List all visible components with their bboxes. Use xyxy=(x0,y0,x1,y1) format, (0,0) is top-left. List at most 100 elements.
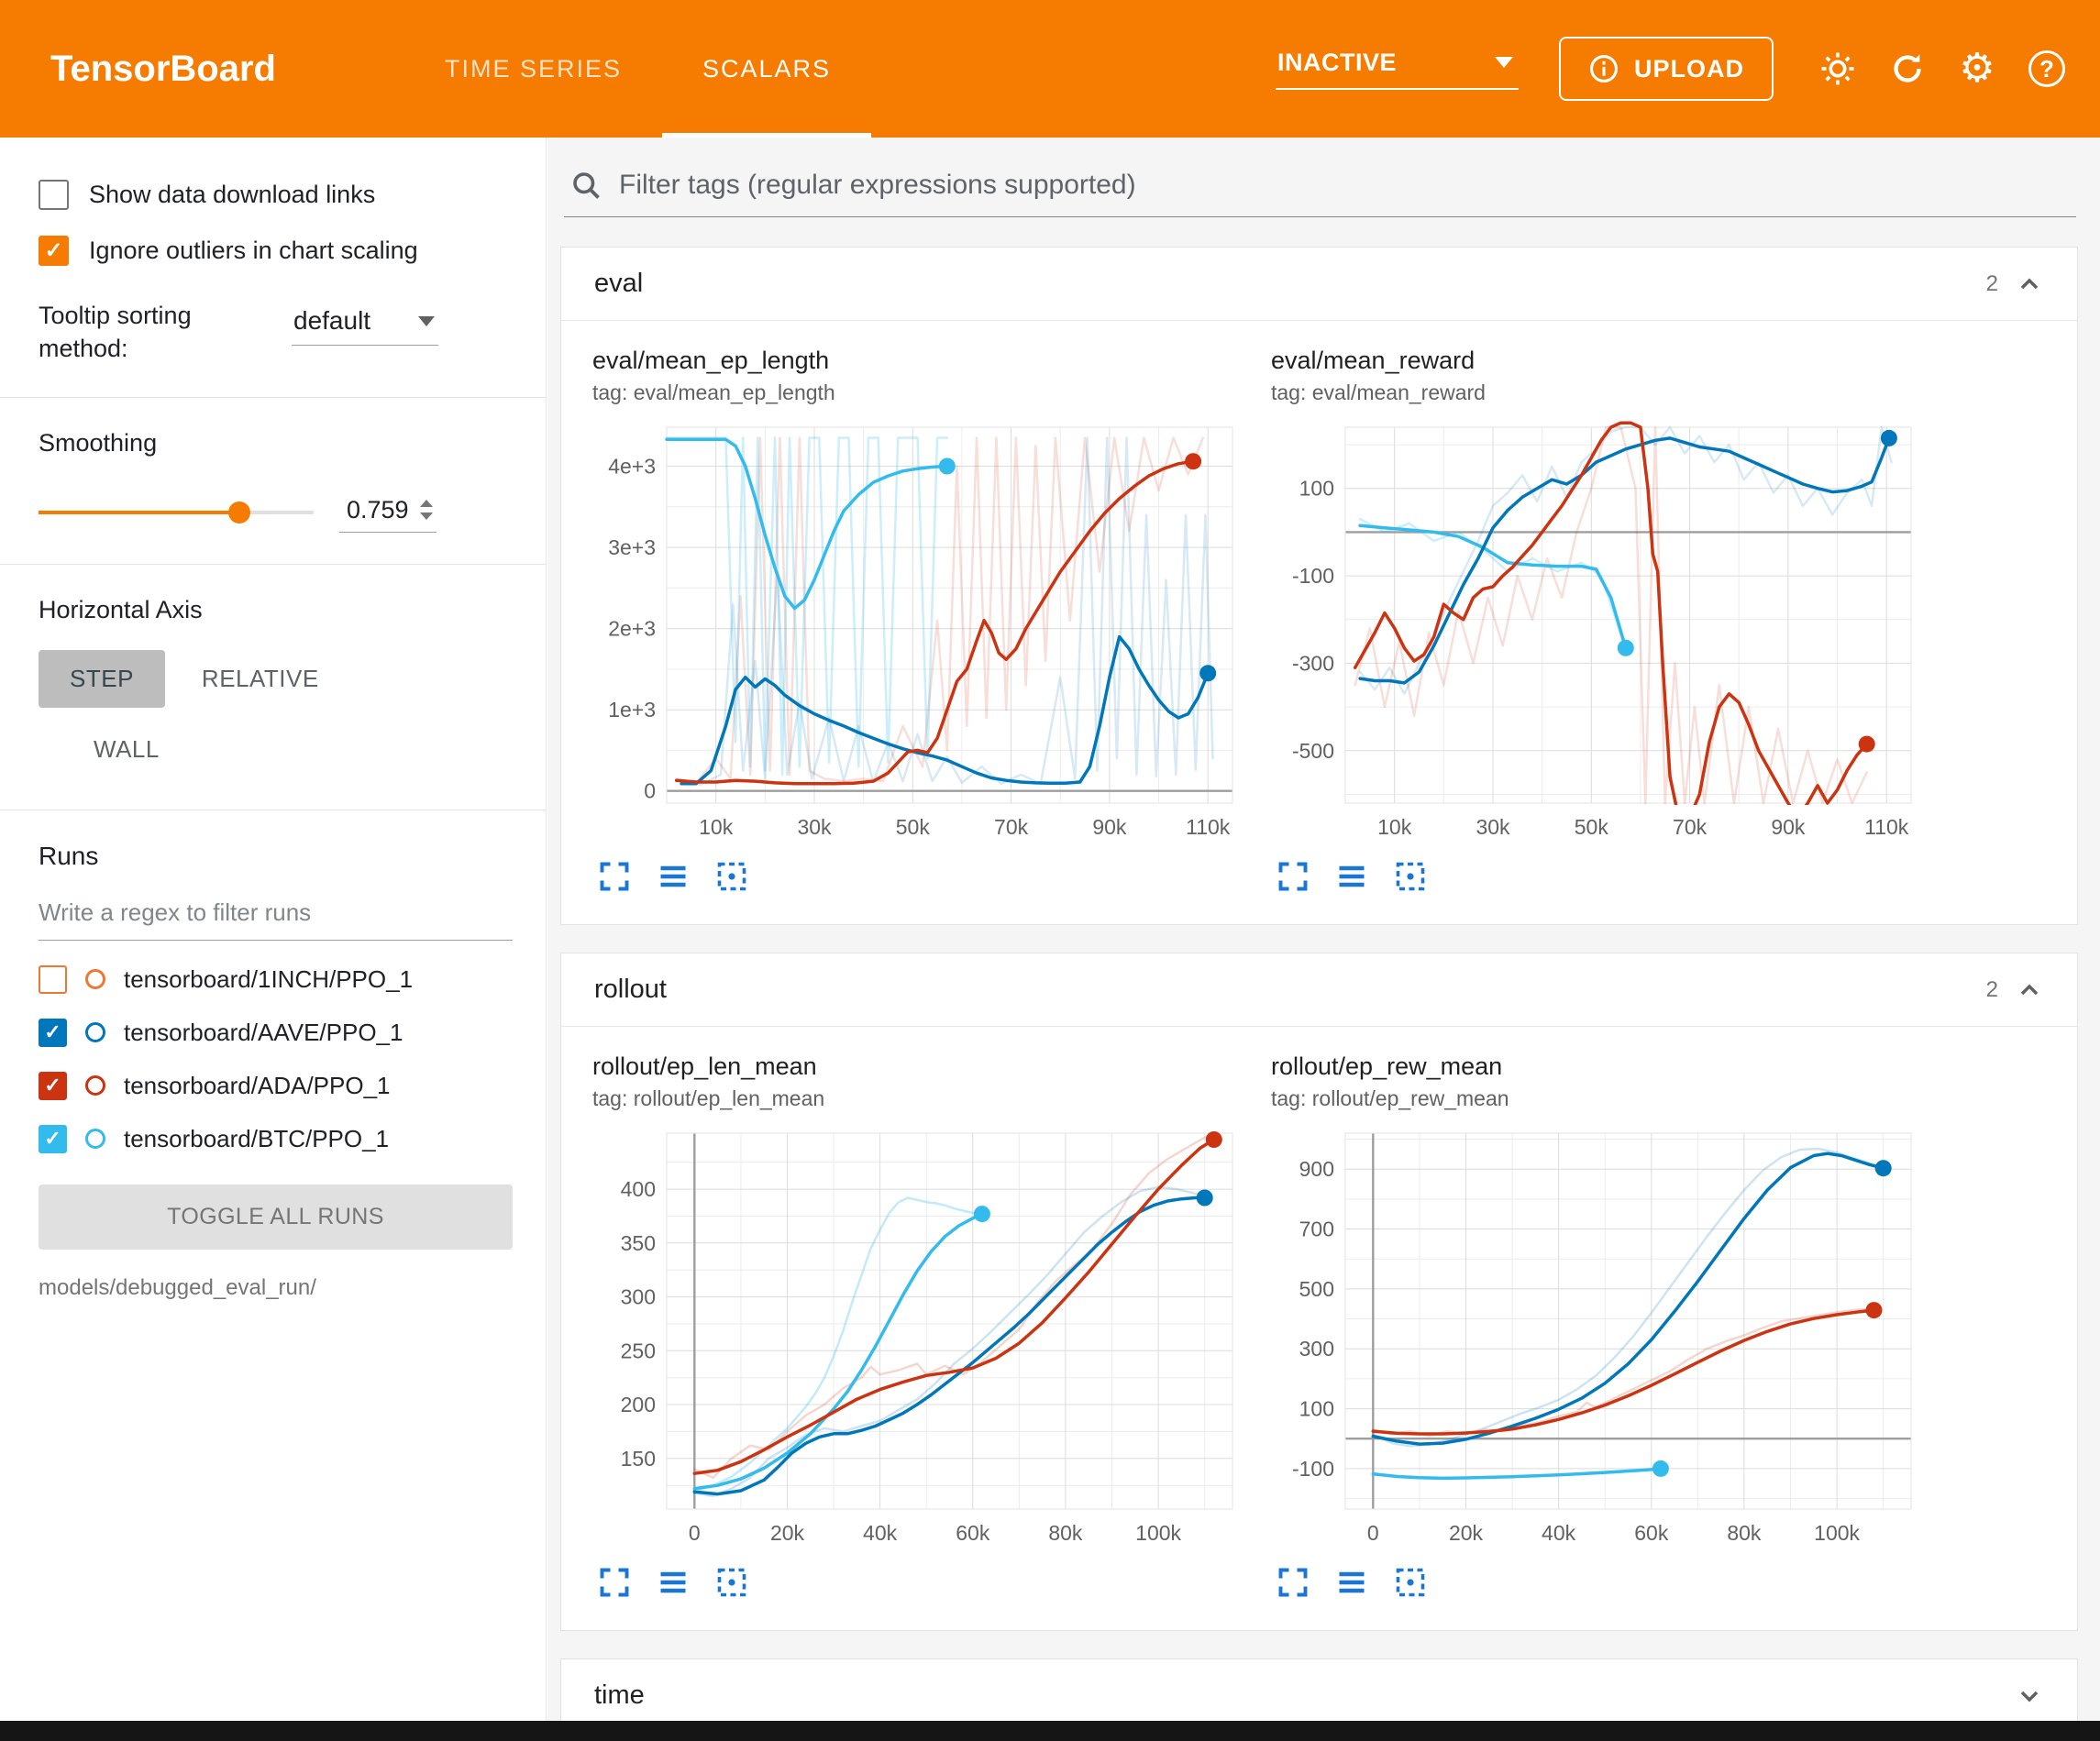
svg-text:100: 100 xyxy=(1299,477,1334,501)
svg-text:250: 250 xyxy=(621,1339,656,1362)
refresh-icon[interactable] xyxy=(1880,50,1935,87)
line-chart-eval-mean-ep-length[interactable]: 10k30k50k70k90k110k01e+32e+33e+34e+3 xyxy=(589,414,1249,845)
run-label: tensorboard/BTC/PPO_1 xyxy=(124,1125,389,1153)
app-header: TensorBoard TIME SERIES SCALARS INACTIVE… xyxy=(0,0,2100,138)
run-row-ada: tensorboard/ADA/PPO_1 xyxy=(39,1072,513,1100)
fit-domain-icon[interactable] xyxy=(1394,860,1427,893)
smoothing-value: 0.759 xyxy=(347,496,409,524)
svg-text:200: 200 xyxy=(621,1393,656,1416)
section-title: eval xyxy=(594,269,643,299)
brightness-icon[interactable] xyxy=(1810,50,1865,87)
chart-count-badge: 2 xyxy=(1986,977,1998,1003)
axis-step-button[interactable]: STEP xyxy=(39,650,165,708)
expand-chart-icon[interactable] xyxy=(1277,860,1310,893)
help-icon[interactable]: ? xyxy=(2019,50,2074,87)
info-icon xyxy=(1588,53,1619,84)
axis-relative-button[interactable]: RELATIVE xyxy=(174,650,347,708)
ignore-outliers-checkbox[interactable] xyxy=(39,236,69,266)
tag-filter-input[interactable] xyxy=(617,169,2074,202)
line-chart-rollout-ep-len-mean[interactable]: 020k40k60k80k100k150200250300350400 xyxy=(589,1120,1249,1551)
run-checkbox[interactable] xyxy=(39,1072,67,1100)
smoothing-value-input[interactable]: 0.759 xyxy=(339,492,437,533)
run-checkbox[interactable] xyxy=(39,1019,67,1047)
run-checkbox[interactable] xyxy=(39,965,67,994)
upload-label: UPLOAD xyxy=(1634,55,1744,83)
status-dropdown[interactable]: INACTIVE xyxy=(1276,49,1519,90)
section-header-time[interactable]: time xyxy=(561,1659,2077,1721)
fit-domain-icon[interactable] xyxy=(715,1566,748,1599)
tab-time-series[interactable]: TIME SERIES xyxy=(404,0,662,138)
chart-card-rollout-ep-rew-mean: rollout/ep_rew_mean tag: rollout/ep_rew_… xyxy=(1267,1047,1931,1599)
svg-text:110k: 110k xyxy=(1186,815,1231,839)
run-checkbox[interactable] xyxy=(39,1125,67,1153)
section-header-eval[interactable]: eval 2 xyxy=(561,248,2077,321)
tooltip-sorting-row: Tooltip sorting method: default xyxy=(39,299,513,366)
run-color-circle xyxy=(85,1022,105,1042)
svg-text:100k: 100k xyxy=(1135,1521,1181,1545)
svg-text:10k: 10k xyxy=(1377,815,1412,839)
svg-text:110k: 110k xyxy=(1864,815,1909,839)
svg-text:30k: 30k xyxy=(1476,815,1510,839)
expand-chart-icon[interactable] xyxy=(598,860,631,893)
tooltip-sorting-label: Tooltip sorting method: xyxy=(39,299,268,366)
show-data-download-links-checkbox[interactable] xyxy=(39,180,69,210)
main-tabs: TIME SERIES SCALARS xyxy=(404,0,871,138)
axis-wall-button[interactable]: WALL xyxy=(66,721,187,778)
tab-scalars[interactable]: SCALARS xyxy=(662,0,871,138)
svg-text:150: 150 xyxy=(621,1447,656,1471)
slider-handle[interactable] xyxy=(228,501,250,523)
line-chart-eval-mean-reward[interactable]: 10k30k50k70k90k110k100-100-300-500 xyxy=(1267,414,1928,845)
chart-count-badge: 2 xyxy=(1986,271,1998,297)
number-stepper[interactable] xyxy=(420,500,433,520)
divider xyxy=(0,397,546,398)
svg-text:4e+3: 4e+3 xyxy=(608,455,656,479)
svg-text:700: 700 xyxy=(1299,1218,1334,1241)
svg-text:-100: -100 xyxy=(1292,564,1334,588)
toggle-all-runs-button[interactable]: TOGGLE ALL RUNS xyxy=(39,1185,513,1250)
show-download-links-row: Show data download links xyxy=(39,180,513,210)
fit-domain-icon[interactable] xyxy=(1394,1566,1427,1599)
svg-text:3e+3: 3e+3 xyxy=(608,535,656,559)
divider xyxy=(0,564,546,565)
chart-tag: tag: eval/mean_reward xyxy=(1271,380,1931,405)
expand-chart-icon[interactable] xyxy=(598,1566,631,1599)
data-table-icon[interactable] xyxy=(1335,860,1368,893)
tag-filter-bar xyxy=(564,165,2076,217)
svg-text:900: 900 xyxy=(1299,1157,1334,1181)
chevron-up-icon[interactable] xyxy=(2015,270,2044,299)
chart-card-eval-mean-ep-length: eval/mean_ep_length tag: eval/mean_ep_le… xyxy=(589,341,1253,893)
upload-button[interactable]: UPLOAD xyxy=(1559,37,1774,101)
svg-text:50k: 50k xyxy=(896,815,931,839)
smoothing-slider[interactable] xyxy=(39,511,314,514)
svg-text:40k: 40k xyxy=(1542,1521,1576,1545)
tooltip-sorting-dropdown[interactable]: default xyxy=(292,303,438,346)
chart-title: eval/mean_reward xyxy=(1271,347,1931,375)
section-card-time: time xyxy=(560,1658,2078,1721)
svg-text:-500: -500 xyxy=(1292,739,1334,763)
line-chart-rollout-ep-rew-mean[interactable]: 020k40k60k80k100k-100100300500700900 xyxy=(1267,1120,1928,1551)
run-color-circle xyxy=(85,1075,105,1096)
chart-title: eval/mean_ep_length xyxy=(592,347,1253,375)
ignore-outliers-row: Ignore outliers in chart scaling xyxy=(39,236,513,266)
section-card-eval: eval 2 eval/mean_ep_length tag: eval/mea… xyxy=(560,247,2078,925)
svg-text:0: 0 xyxy=(689,1521,701,1545)
fit-domain-icon[interactable] xyxy=(715,860,748,893)
data-table-icon[interactable] xyxy=(657,1566,690,1599)
chart-tag: tag: eval/mean_ep_length xyxy=(592,380,1253,405)
chevron-down-icon[interactable] xyxy=(2015,1681,2044,1711)
section-card-rollout: rollout 2 rollout/ep_len_mean tag: rollo… xyxy=(560,953,2078,1631)
chevron-up-icon[interactable] xyxy=(2015,975,2044,1005)
data-table-icon[interactable] xyxy=(1335,1566,1368,1599)
settings-gear-icon[interactable]: ⚙ xyxy=(1950,49,2005,89)
horizontal-axis-label: Horizontal Axis xyxy=(39,596,513,624)
svg-text:80k: 80k xyxy=(1048,1521,1083,1545)
status-dropdown-value: INACTIVE xyxy=(1277,49,1397,77)
expand-chart-icon[interactable] xyxy=(1277,1566,1310,1599)
run-filter-input[interactable] xyxy=(39,891,513,941)
data-table-icon[interactable] xyxy=(657,860,690,893)
settings-sidebar: Show data download links Ignore outliers… xyxy=(0,138,547,1721)
run-color-circle xyxy=(85,969,105,989)
svg-text:100: 100 xyxy=(1299,1397,1334,1421)
section-header-rollout[interactable]: rollout 2 xyxy=(561,953,2077,1027)
run-label: tensorboard/AAVE/PPO_1 xyxy=(124,1019,403,1047)
